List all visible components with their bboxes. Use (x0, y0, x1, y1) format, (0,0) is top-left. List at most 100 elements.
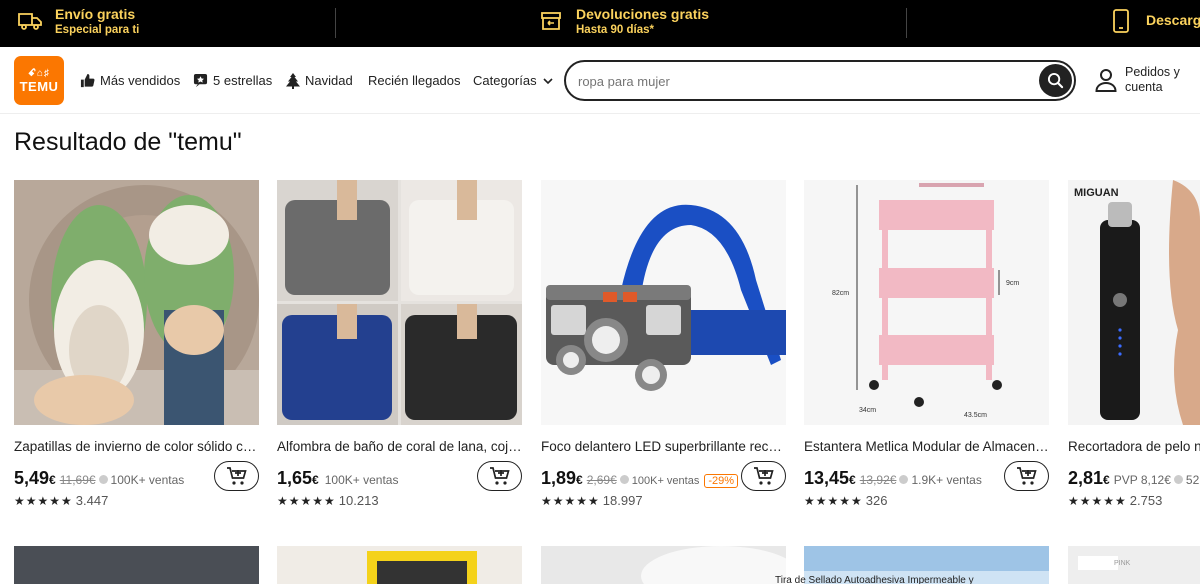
nav-new-arrivals[interactable]: Recién llegados (368, 47, 461, 114)
search-input[interactable] (578, 70, 1018, 92)
old-price: 11,69€ (59, 473, 96, 487)
price-row: 1,65€ 100K+ ventas (277, 468, 398, 489)
price-row: 13,45€ 13,92€ 1.9K+ ventas (804, 468, 982, 489)
sales-count: 1.9K+ ventas (911, 473, 982, 487)
nav-label: Más vendidos (100, 73, 181, 88)
nav-label: Recién llegados (368, 73, 461, 88)
rating: ★★★★★ 10.213 (277, 493, 379, 508)
nav-five-stars[interactable]: 5 estrellas (193, 47, 272, 114)
sales-count: 100K+ ventas (324, 473, 399, 487)
promo-title: Envío gratis (55, 6, 136, 22)
discount-badge: -29% (704, 474, 739, 488)
stars-icon: ★★★★★ (804, 493, 863, 508)
product-image[interactable] (277, 546, 522, 584)
product-image[interactable]: 82cm 9cm 34cm 43.5cm (804, 180, 1049, 425)
product-price: 2,81€ (1068, 468, 1110, 488)
nav-christmas[interactable]: Navidad (286, 47, 353, 114)
product-name[interactable]: Alfombra de baño de coral de lana, cojín… (277, 439, 522, 454)
dot-icon (98, 475, 108, 484)
dim-label: 43.5cm (964, 412, 987, 419)
product-price: 1,89€ (541, 468, 583, 488)
add-to-cart-button[interactable] (214, 461, 259, 491)
rating-count: 18.997 (602, 493, 643, 508)
cart-plus-icon (1016, 467, 1037, 485)
product-card[interactable]: 82cm 9cm 34cm 43.5cm Estantera Metlica M… (804, 180, 1049, 508)
rating: ★★★★★ 18.997 (541, 493, 643, 508)
thumbs-up-icon (80, 73, 95, 88)
product-name[interactable]: Foco delantero LED superbrillante recarg… (541, 439, 786, 454)
product-image[interactable] (277, 180, 522, 425)
promo-download[interactable]: Descarga (1108, 6, 1200, 34)
product-price: 1,65€ (277, 468, 319, 488)
product-card[interactable]: Alfombra de baño de coral de lana, cojín… (277, 180, 522, 508)
product-image[interactable] (14, 546, 259, 584)
promo-subtitle: Especial para ti (55, 24, 140, 36)
pvp-price: PVP 8,12€ (1113, 473, 1171, 487)
rating-count: 326 (865, 493, 888, 508)
nav-best-sellers[interactable]: Más vendidos (80, 47, 180, 114)
add-to-cart-button[interactable] (1004, 461, 1049, 491)
promo-subtitle: Hasta 90 días* (576, 24, 654, 36)
rating: ★★★★★ 3.447 (14, 493, 108, 508)
product-price: 5,49€ (14, 468, 56, 488)
star-badge-icon (193, 73, 208, 88)
product-name[interactable]: Recortadora de pelo nasal eléctrica (1068, 439, 1200, 454)
product-card[interactable]: Foco delantero LED superbrillante recarg… (541, 180, 786, 508)
product-image[interactable]: PINK (1068, 546, 1200, 584)
promo-title: Descarga (1146, 12, 1200, 28)
promo-free-returns[interactable]: Devoluciones gratis Hasta 90 días* (538, 6, 709, 37)
promo-free-shipping[interactable]: Envío gratis Especial para ti (17, 6, 139, 37)
logo-glyphs: ꗃ⌂♯ (27, 68, 51, 79)
sales-count: 100K+ ventas (631, 475, 700, 487)
rating-count: 2.753 (1129, 493, 1163, 508)
price-row: 5,49€ 11,69€ 100K+ ventas (14, 468, 184, 489)
account-line1: Pedidos y (1125, 65, 1180, 79)
add-to-cart-button[interactable] (741, 461, 786, 491)
dim-label: 82cm (832, 290, 849, 297)
promo-title: Devoluciones gratis (576, 6, 710, 22)
pink-label: PINK (1114, 560, 1131, 567)
nav-label: Navidad (305, 73, 353, 88)
product-card[interactable]: Zapatillas de invierno de color sólido c… (14, 180, 259, 508)
product-image[interactable] (541, 546, 786, 584)
nav-label: 5 estrellas (213, 73, 273, 88)
add-to-cart-button[interactable] (477, 461, 522, 491)
rating-count: 3.447 (75, 493, 109, 508)
dim-label: 9cm (1006, 280, 1019, 287)
promo-divider (335, 8, 336, 38)
nav-label: Categorías (473, 73, 537, 88)
stars-icon: ★★★★★ (1068, 493, 1127, 508)
old-price: 13,92€ (859, 473, 897, 487)
cart-plus-icon (753, 467, 774, 485)
nav-categories[interactable]: Categorías (473, 47, 554, 114)
product-image[interactable]: MIGUAN (1068, 180, 1200, 425)
product-name[interactable]: Tira de Sellado Autoadhesiva Impermeable… (775, 575, 974, 584)
return-box-icon (541, 12, 561, 30)
page-title: Resultado de "temu" (14, 128, 242, 156)
price-row: 2,81€ PVP 8,12€ 52K+ (1068, 468, 1200, 489)
search-button[interactable] (1039, 64, 1072, 97)
old-price: 2,69€ (586, 473, 617, 487)
user-icon (1095, 69, 1117, 92)
cart-plus-icon (489, 467, 510, 485)
orders-account-link[interactable]: Pedidos y cuenta (1095, 65, 1180, 95)
tree-icon (286, 72, 300, 89)
product-image[interactable] (14, 180, 259, 425)
temu-logo[interactable]: ꗃ⌂♯ TEMU (14, 56, 64, 105)
dot-icon (899, 475, 909, 484)
product-image[interactable] (541, 180, 786, 425)
stars-icon: ★★★★★ (14, 493, 73, 508)
dim-label: 34cm (859, 407, 876, 414)
product-name[interactable]: Estantera Metlica Modular de Almacenamie… (804, 439, 1049, 454)
sales-count: 52K+ (1185, 473, 1200, 487)
dot-icon (619, 475, 629, 484)
product-card[interactable]: MIGUAN Recortadora de pelo nasal eléctri… (1068, 180, 1200, 520)
price-row: 1,89€ 2,69€ 100K+ ventas -29% (541, 468, 739, 489)
product-price: 13,45€ (804, 468, 856, 488)
cart-plus-icon (226, 467, 247, 485)
product-name[interactable]: Zapatillas de invierno de color sólido c… (14, 439, 259, 454)
rating: ★★★★★ 2.753 (1068, 493, 1162, 508)
phone-icon (1113, 9, 1129, 33)
stars-icon: ★★★★★ (541, 493, 600, 508)
promo-bar: Envío gratis Especial para ti Devolucion… (0, 0, 1200, 47)
